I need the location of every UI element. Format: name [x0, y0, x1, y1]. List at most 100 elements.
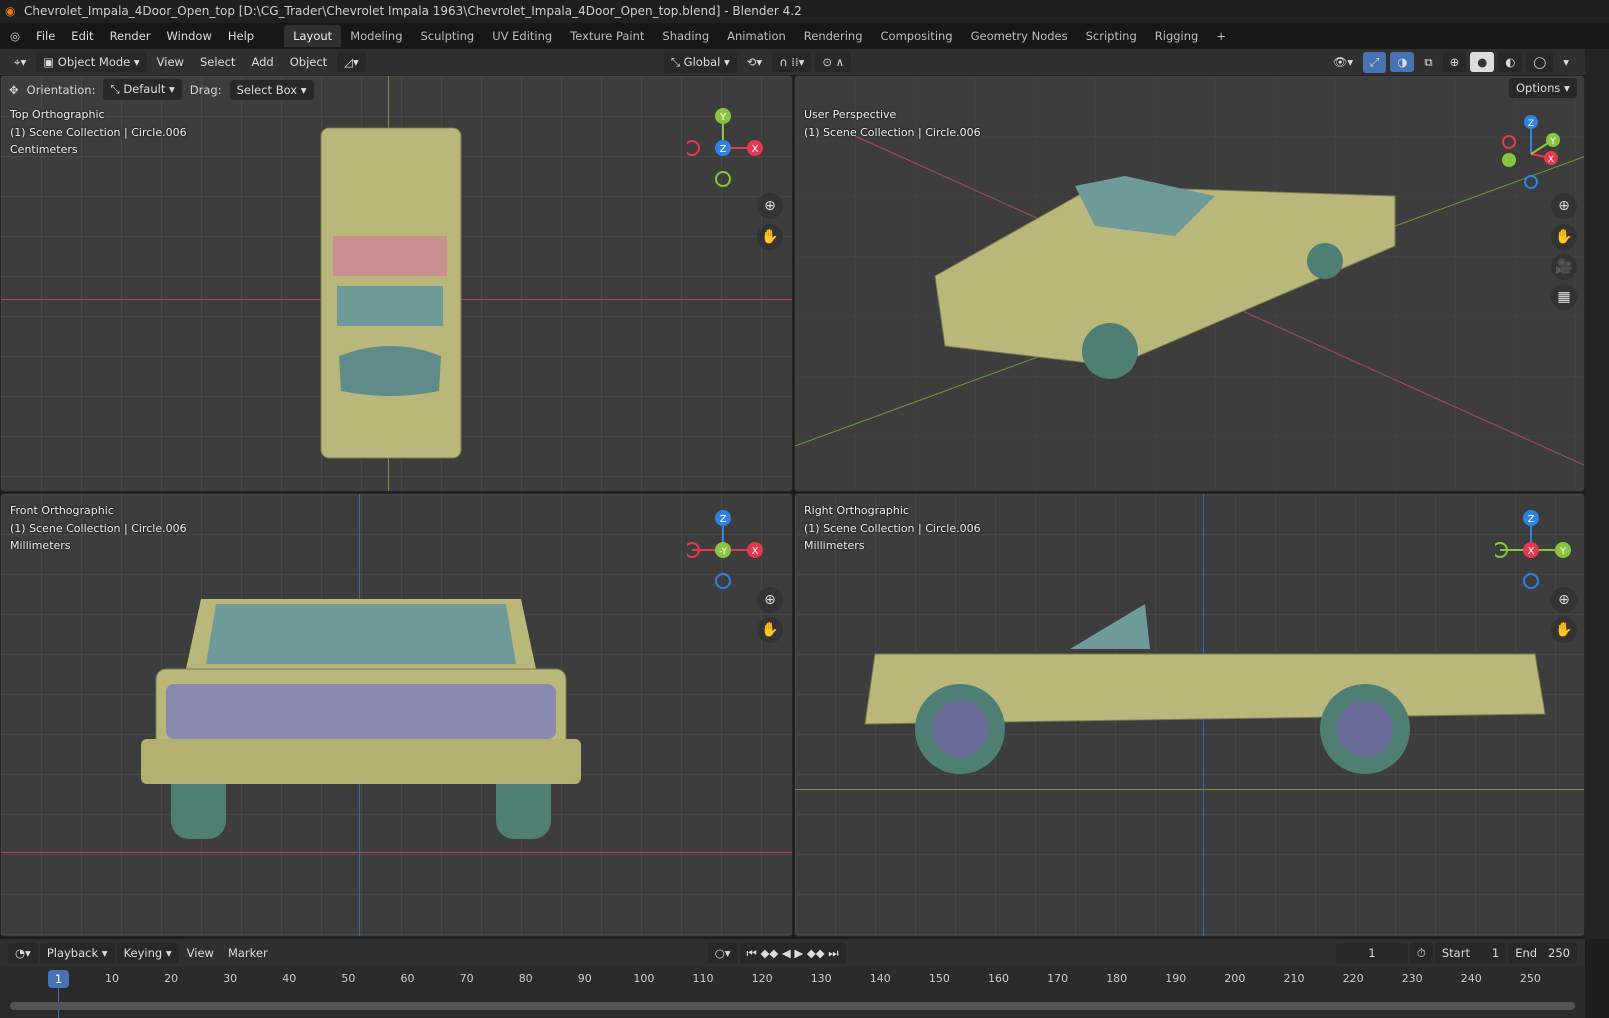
- viewport-front[interactable]: Front Orthographic (1) Scene Collection …: [0, 493, 793, 937]
- tab-animation[interactable]: Animation: [718, 25, 795, 47]
- orientation-dropdown[interactable]: ⤡ Default ▾: [103, 79, 182, 100]
- gizmo-y-label: Y: [719, 112, 727, 123]
- drag-label: Drag:: [189, 82, 222, 97]
- tab-sculpting[interactable]: Sculpting: [412, 25, 484, 47]
- tab-modeling[interactable]: Modeling: [341, 25, 411, 47]
- menu-window[interactable]: Window: [159, 29, 220, 43]
- shading-rendered-icon[interactable]: ◯: [1526, 52, 1554, 72]
- tab-rigging[interactable]: Rigging: [1146, 25, 1208, 47]
- pan-hand-icon[interactable]: ✋: [757, 617, 783, 643]
- car-side-view: [864, 604, 1546, 774]
- snap-icon[interactable]: ∩ ⁞⁞▾: [772, 52, 812, 72]
- current-frame-field[interactable]: 1: [1335, 943, 1408, 963]
- timeline-marker-menu[interactable]: Marker: [222, 943, 274, 963]
- menu-file[interactable]: File: [28, 29, 63, 43]
- proportional-edit-icon[interactable]: ⊙ ∧: [815, 52, 852, 72]
- pan-hand-icon[interactable]: ✋: [1551, 617, 1577, 643]
- zoom-icon[interactable]: ⊕: [757, 587, 783, 613]
- tab-shading[interactable]: Shading: [653, 25, 718, 47]
- move-tool-icon[interactable]: ✥: [9, 83, 19, 97]
- viewport-right[interactable]: Right Orthographic (1) Scene Collection …: [794, 493, 1585, 937]
- end-value: 250: [1548, 946, 1570, 960]
- frame-tick: 150: [928, 972, 950, 985]
- pivot-icon[interactable]: ⟲▾: [741, 52, 768, 72]
- menu-edit[interactable]: Edit: [63, 29, 101, 43]
- gizmo-z-label: Z: [1528, 514, 1535, 525]
- playhead[interactable]: 1: [48, 970, 69, 988]
- frame-tick: 250: [1519, 972, 1541, 985]
- options-label: Options: [1516, 81, 1561, 95]
- viewport-perspective[interactable]: User Perspective (1) Scene Collection | …: [794, 75, 1585, 492]
- tab-layout[interactable]: Layout: [284, 25, 342, 47]
- start-frame-field[interactable]: Start 1: [1434, 943, 1507, 963]
- zoom-icon[interactable]: ⊕: [1551, 193, 1577, 219]
- end-frame-field[interactable]: End 250: [1508, 943, 1577, 963]
- pan-hand-icon[interactable]: ✋: [757, 224, 783, 250]
- viewport-info: Top Orthographic (1) Scene Collection | …: [10, 106, 187, 159]
- mode-dropdown[interactable]: ▣ Object Mode ▾: [36, 52, 147, 72]
- pan-hand-icon[interactable]: ✋: [1551, 224, 1577, 250]
- xray-icon[interactable]: ⧉: [1418, 52, 1438, 73]
- playback-menu[interactable]: Playback ▾: [39, 943, 115, 963]
- viewport-info: Right Orthographic (1) Scene Collection …: [804, 502, 981, 555]
- timeline-ruler[interactable]: 1 10 20 30 40 50 60 70 80 90 100 110 120 130 140 150 16…: [0, 967, 1585, 1018]
- tab-uv-editing[interactable]: UV Editing: [483, 25, 561, 47]
- shading-solid-icon[interactable]: ●: [1470, 52, 1495, 72]
- menu-render[interactable]: Render: [102, 29, 159, 43]
- tab-scripting[interactable]: Scripting: [1077, 25, 1146, 47]
- gizmo-toggle-icon[interactable]: ◿▾: [337, 52, 366, 72]
- properties-tab-strip[interactable]: [1585, 49, 1609, 939]
- tab-geometry-nodes[interactable]: Geometry Nodes: [962, 25, 1077, 47]
- auto-key-icon[interactable]: ○▾: [707, 943, 738, 963]
- visibility-icon[interactable]: 👁▾: [1327, 52, 1359, 72]
- shading-material-icon[interactable]: ◐: [1498, 52, 1523, 72]
- navigation-gizmo[interactable]: Z X Y: [687, 108, 767, 188]
- timeline-view-menu[interactable]: View: [181, 943, 220, 963]
- timeline-scrollbar[interactable]: [10, 1002, 1575, 1010]
- editor-type-clock-icon[interactable]: ◔▾: [8, 943, 38, 963]
- frame-tick: 130: [810, 972, 832, 985]
- navigation-gizmo[interactable]: Z X Y: [1495, 114, 1575, 194]
- navigation-gizmo[interactable]: X Y Z: [1495, 510, 1575, 590]
- menu-select[interactable]: Select: [194, 52, 241, 72]
- zoom-icon[interactable]: ⊕: [757, 193, 783, 219]
- keying-menu[interactable]: Keying ▾: [116, 943, 179, 963]
- frame-tick: 200: [1224, 972, 1246, 985]
- stopwatch-icon[interactable]: ⏱: [1409, 942, 1433, 964]
- tab-texture-paint[interactable]: Texture Paint: [561, 25, 653, 47]
- frame-tick: 120: [751, 972, 773, 985]
- frame-tick: 170: [1047, 972, 1069, 985]
- menu-object[interactable]: Object: [284, 52, 333, 72]
- zoom-icon[interactable]: ⊕: [1551, 587, 1577, 613]
- gizmo-x-label: X: [752, 144, 759, 155]
- car-top-view: [320, 127, 462, 459]
- playback-controls[interactable]: ⏮ ◆◆ ◀ ▶ ◆◆ ⏭: [739, 942, 846, 964]
- tab-rendering[interactable]: Rendering: [795, 25, 872, 47]
- shading-wireframe-icon[interactable]: ⊕: [1442, 52, 1467, 72]
- menu-add[interactable]: Add: [245, 52, 279, 72]
- viewport-header: ⌖▾ ▣ Object Mode ▾ View Select Add Objec…: [0, 49, 1585, 75]
- overlay-icon[interactable]: ◑: [1390, 52, 1415, 72]
- viewport-top[interactable]: ✥ Orientation: ⤡ Default ▾ Drag: Select …: [0, 75, 793, 492]
- title-bar: ◉ Chevrolet_Impala_4Door_Open_top [D:\CG…: [0, 0, 1609, 23]
- shading-dropdown-icon[interactable]: ▾: [1557, 52, 1575, 72]
- viewport-info: User Perspective (1) Scene Collection | …: [804, 106, 981, 141]
- gizmo-icon[interactable]: ⤢: [1363, 51, 1387, 73]
- camera-view-icon[interactable]: 🎥: [1551, 254, 1577, 280]
- options-dropdown[interactable]: Options ▾: [1509, 78, 1577, 98]
- transform-orientation-dropdown[interactable]: ⤡ Global ▾: [663, 51, 737, 73]
- add-workspace-button[interactable]: +: [1207, 25, 1235, 47]
- blender-menu-icon[interactable]: ◎: [0, 29, 28, 43]
- orientation-label: Global: [683, 54, 721, 69]
- menu-help[interactable]: Help: [220, 29, 262, 43]
- orientation-label: Orientation:: [26, 82, 96, 97]
- menu-view[interactable]: View: [151, 52, 190, 72]
- frame-tick: 190: [1165, 972, 1187, 985]
- tab-compositing[interactable]: Compositing: [872, 25, 962, 47]
- frame-tick: 40: [282, 972, 297, 985]
- navigation-gizmo[interactable]: -Y X Z: [687, 510, 767, 590]
- drag-dropdown[interactable]: Select Box ▾: [229, 79, 314, 100]
- editor-type-icon[interactable]: ⌖▾: [8, 52, 32, 73]
- frame-tick: 70: [459, 972, 474, 985]
- ortho-toggle-icon[interactable]: ▦: [1551, 284, 1577, 310]
